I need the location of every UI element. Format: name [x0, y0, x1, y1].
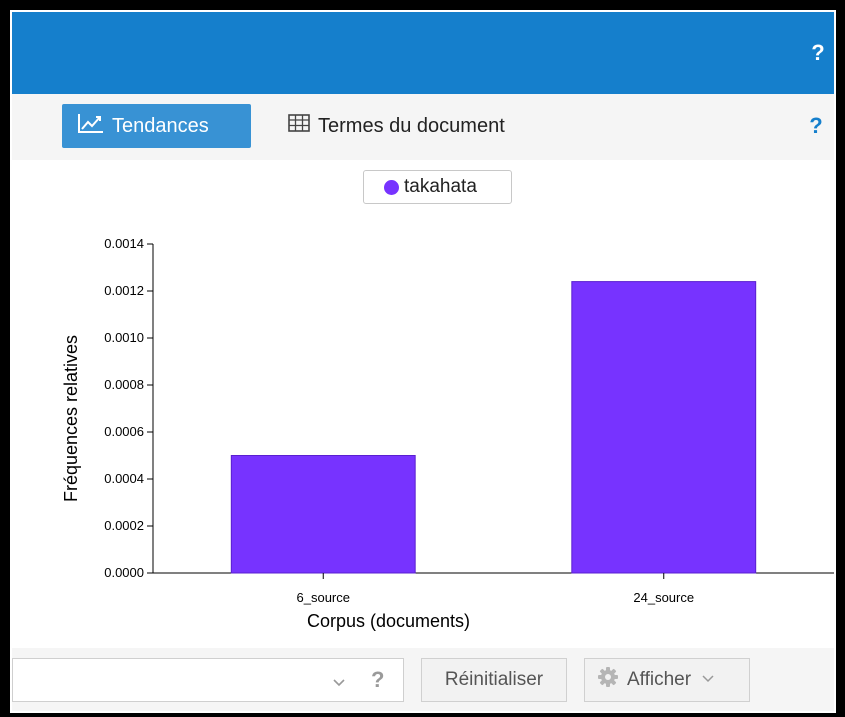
show-label: Afficher: [627, 669, 692, 690]
bar: [571, 281, 757, 574]
y-tick-label: 0.0012: [104, 283, 144, 298]
tab-tendances[interactable]: Tendances: [62, 104, 251, 148]
reset-button[interactable]: Réinitialiser: [421, 658, 567, 702]
x-tick-label: 24_source: [633, 590, 694, 605]
y-tick-label: 0.0008: [104, 377, 144, 392]
tab-termes-du-document[interactable]: Termes du document: [288, 104, 505, 148]
x-axis-title: Corpus (documents): [307, 611, 470, 631]
panel-header: ?: [12, 12, 834, 94]
tab-bar: Tendances Termes du document ?: [12, 94, 834, 160]
chevron-down-icon[interactable]: [329, 672, 349, 692]
bar-chart: 0.0000 0.0002 0.0004 0.0006 0.0008 0.0010 0.00…: [61, 236, 834, 631]
y-tick-label: 0.0006: [104, 424, 144, 439]
chevron-down-icon: [701, 669, 715, 691]
line-chart-icon: [78, 113, 104, 139]
y-tick-label: 0.0014: [104, 236, 144, 251]
x-tick-label: 6_source: [297, 590, 350, 605]
show-options-button[interactable]: Afficher: [584, 658, 750, 702]
term-search-combo[interactable]: ?: [12, 658, 404, 702]
gear-icon: [597, 666, 619, 694]
y-tick-label: 0.0010: [104, 330, 144, 345]
help-icon[interactable]: ?: [371, 668, 384, 692]
table-icon: [288, 114, 310, 138]
bottom-toolbar: ? Réinitialiser Afficher: [12, 648, 834, 713]
help-icon[interactable]: ?: [806, 114, 826, 138]
chart-area: takahata 0.0000 0.0002 0.0004 0.0006 0.0008 0…: [12, 160, 834, 648]
y-tick-label: 0.0004: [104, 471, 144, 486]
tab-label: Tendances: [112, 114, 209, 137]
help-icon[interactable]: ?: [808, 41, 828, 65]
y-tick-label: 0.0002: [104, 518, 144, 533]
tab-label: Termes du document: [318, 114, 505, 137]
bar: [230, 455, 416, 574]
voyant-panel: ? Tendances Termes du document ? takahat…: [0, 0, 845, 717]
y-tick-label: 0.0000: [104, 565, 144, 580]
y-axis-title: Fréquences relatives: [61, 335, 81, 502]
reset-label: Réinitialiser: [444, 669, 544, 690]
